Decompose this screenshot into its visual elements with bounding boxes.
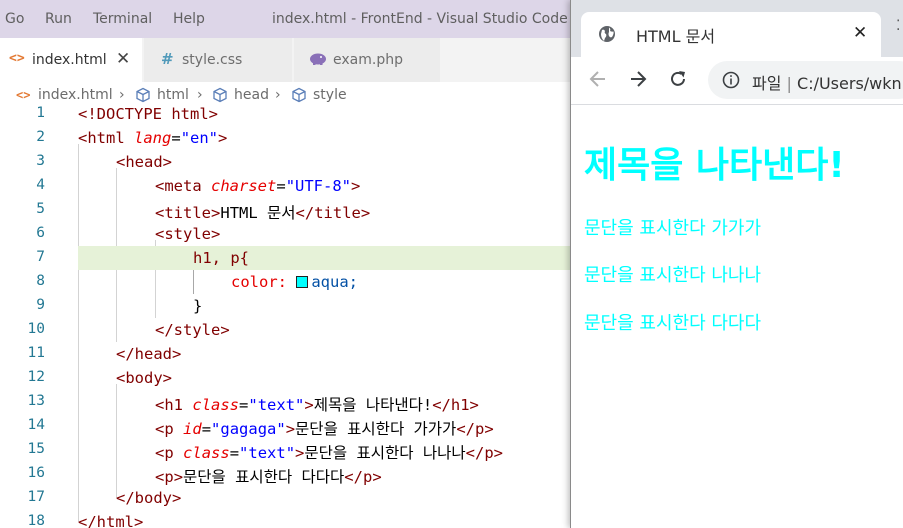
- tab-label: style.css: [182, 52, 243, 68]
- page-paragraph: 문단을 표시한다 다다다: [584, 313, 762, 334]
- line-number: 4: [36, 177, 45, 193]
- page-heading: 제목을 나타낸다!: [584, 145, 845, 186]
- line-number: 14: [27, 417, 45, 433]
- line-number: 11: [27, 345, 45, 361]
- line-number: 8: [36, 273, 45, 289]
- line-number: 5: [36, 201, 45, 217]
- url-text: 파일 | C:/Users/wkn: [752, 74, 902, 93]
- code-text: <title>HTML 문서</title>: [155, 204, 371, 222]
- code-text: }: [193, 297, 203, 315]
- line-number: 15: [27, 441, 45, 457]
- tab-label: exam.php: [333, 52, 403, 68]
- line-number: 16: [27, 465, 45, 481]
- tab-exam-php[interactable]: exam.php: [294, 38, 441, 82]
- color-swatch[interactable]: [296, 276, 309, 288]
- close-icon[interactable]: ✕: [853, 23, 867, 43]
- menu-terminal[interactable]: Terminal: [93, 11, 152, 27]
- rendered-page: 제목을 나타낸다! 문단을 표시한다 가가가 문단을 표시한다 나나나 문단을 …: [571, 106, 903, 528]
- code-text: <h1 class="text">제목을 나타낸다!</h1>: [155, 396, 479, 414]
- breadcrumb-head[interactable]: head: [234, 87, 269, 103]
- line-number: 10: [27, 321, 45, 337]
- code-text: <p id="gagaga">문단을 표시한다 가가가</p>: [155, 420, 494, 438]
- browser-window: HTML 문서 ✕ ⁚ 파일 | C:/Users/wkn 제목을 나타낸다! …: [570, 0, 903, 528]
- doctype: <!DOCTYPE html>: [78, 105, 218, 123]
- breadcrumb-style[interactable]: style: [313, 87, 347, 103]
- code-text: <head>: [116, 153, 173, 171]
- code-text: h1, p{: [193, 249, 249, 267]
- line-number: 9: [36, 297, 45, 313]
- line-number: 12: [27, 369, 45, 385]
- browser-tab[interactable]: HTML 문서 ✕: [581, 12, 881, 57]
- menu-go[interactable]: Go: [5, 11, 24, 27]
- code-text: <meta charset="UTF-8">: [155, 177, 361, 195]
- breadcrumb-html[interactable]: html: [157, 87, 189, 103]
- tab-label: index.html: [32, 52, 107, 68]
- globe-icon: [598, 25, 616, 47]
- chevron-right-icon: ›: [119, 87, 125, 103]
- back-arrow-icon[interactable]: [588, 69, 608, 93]
- page-paragraph: 문단을 표시한다 나나나: [584, 265, 762, 286]
- more-icon[interactable]: ⁚: [896, 18, 900, 34]
- menu-run[interactable]: Run: [45, 11, 72, 27]
- browser-tab-title: HTML 문서: [636, 27, 716, 46]
- tab-style-css[interactable]: # style.css: [144, 38, 293, 82]
- forward-arrow-icon[interactable]: [628, 69, 648, 93]
- code-text: </body>: [116, 489, 182, 507]
- code-text: <p class="text">문단을 표시한다 나나나</p>: [155, 444, 504, 462]
- browser-tab-strip: HTML 문서 ✕ ⁚: [571, 0, 903, 57]
- window-title: index.html - FrontEnd - Visual Studio Co…: [272, 11, 568, 27]
- chevron-right-icon: ›: [275, 87, 281, 103]
- line-number: 13: [27, 393, 45, 409]
- code-text: </html>: [78, 513, 144, 528]
- breadcrumb-file[interactable]: index.html: [38, 87, 113, 103]
- browser-toolbar: 파일 | C:/Users/wkn: [571, 57, 903, 105]
- css-hash-icon: #: [161, 50, 174, 68]
- php-elephant-icon: [309, 51, 327, 70]
- line-number: 1: [36, 105, 45, 121]
- code-text: <body>: [116, 369, 173, 387]
- code-text: color: aqua;: [231, 273, 359, 291]
- tab-index-html[interactable]: <> index.html ✕: [0, 38, 143, 82]
- code-text: </head>: [116, 345, 182, 363]
- address-bar[interactable]: 파일 | C:/Users/wkn: [708, 61, 903, 99]
- line-number: 17: [27, 489, 45, 505]
- page-paragraph: 문단을 표시한다 가가가: [584, 218, 762, 239]
- html-file-icon: <>: [16, 88, 31, 102]
- chevron-right-icon: ›: [197, 87, 203, 103]
- line-number: 6: [36, 225, 45, 241]
- url-path: C:/Users/wkn: [797, 74, 902, 93]
- menu-help[interactable]: Help: [173, 11, 205, 27]
- url-scheme-label: 파일: [752, 74, 782, 93]
- line-number: 3: [36, 153, 45, 169]
- html-file-icon: <>: [9, 51, 25, 66]
- code-text: <html lang="en">: [78, 129, 228, 147]
- code-text: <p>문단을 표시한다 다다다</p>: [155, 468, 382, 486]
- line-number: 18: [27, 513, 45, 528]
- reload-icon[interactable]: [668, 69, 688, 93]
- line-number: 7: [36, 249, 45, 265]
- code-text: <style>: [155, 225, 221, 243]
- code-text: </style>: [155, 321, 230, 339]
- line-number: 2: [36, 129, 45, 145]
- info-icon[interactable]: [722, 71, 740, 93]
- close-icon[interactable]: ✕: [116, 49, 130, 69]
